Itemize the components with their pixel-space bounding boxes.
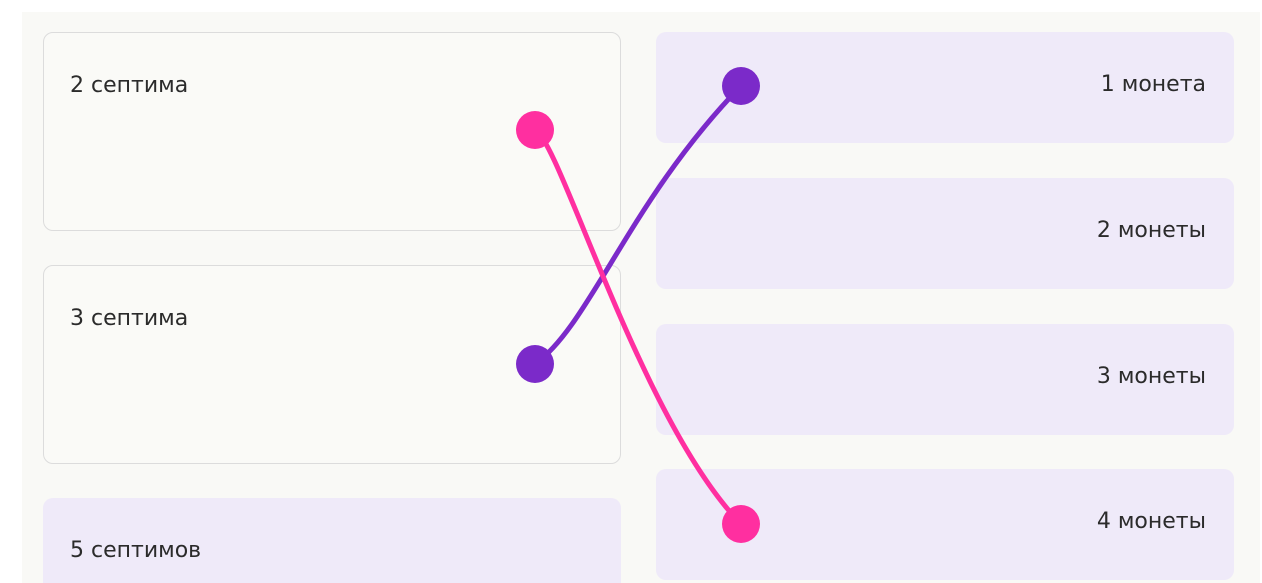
connector-dot-right-1-moneta[interactable] — [722, 67, 760, 105]
left-card-label: 5 септимов — [70, 538, 202, 563]
connector-dot-left-2-septima[interactable] — [516, 111, 554, 149]
right-card-2-monety[interactable]: 2 монеты — [656, 178, 1234, 289]
right-card-label: 1 монета — [1100, 72, 1206, 97]
right-card-label: 2 монеты — [1096, 218, 1206, 243]
right-card-label: 4 монеты — [1096, 509, 1206, 534]
left-card-label: 2 септима — [70, 73, 189, 98]
matching-exercise: 2 септима 3 септима 5 септимов 1 монета … — [0, 0, 1262, 583]
connector-dot-left-3-septima[interactable] — [516, 345, 554, 383]
right-card-label: 3 монеты — [1096, 364, 1206, 389]
left-card-5-septimov[interactable]: 5 септимов — [43, 498, 621, 583]
connector-dot-right-4-monety[interactable] — [722, 505, 760, 543]
left-card-label: 3 септима — [70, 306, 189, 331]
right-card-3-monety[interactable]: 3 монеты — [656, 324, 1234, 435]
